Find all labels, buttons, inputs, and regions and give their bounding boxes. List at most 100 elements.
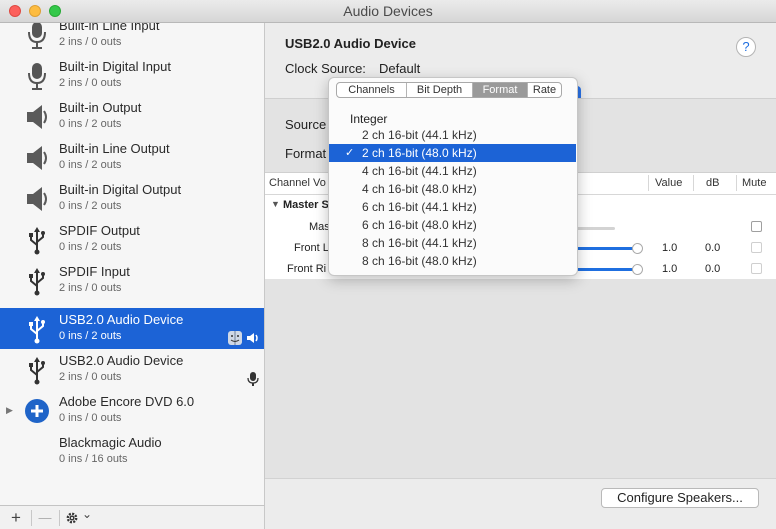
format-option[interactable]: 8 ch 16-bit (44.1 kHz) <box>329 234 576 252</box>
device-item-spdif-output[interactable]: SPDIF Output 0 ins / 2 outs <box>0 219 264 260</box>
channel-label: Front Ri <box>287 263 327 275</box>
device-io: 0 ins / 2 outs <box>59 200 122 212</box>
device-item-builtin-line-output[interactable]: Built-in Line Output 0 ins / 2 outs <box>0 137 264 178</box>
format-option-label: 2 ch 16-bit (44.1 kHz) <box>362 128 477 142</box>
device-item-builtin-digital-output[interactable]: Built-in Digital Output 0 ins / 2 outs <box>0 178 264 219</box>
format-option[interactable]: 8 ch 16-bit (48.0 kHz) <box>329 252 576 270</box>
sidebar-toolbar: + — ⌄ <box>0 505 265 529</box>
device-io: 2 ins / 0 outs <box>59 371 122 383</box>
device-name: SPDIF Output <box>59 223 140 238</box>
format-option-label: 8 ch 16-bit (48.0 kHz) <box>362 254 477 268</box>
column-divider <box>693 175 694 191</box>
front-right-volume-slider[interactable] <box>575 268 633 271</box>
speaker-icon <box>27 105 47 129</box>
disclosure-triangle-icon[interactable]: ▶ <box>6 405 13 416</box>
group-disclosure-icon[interactable]: ▼ <box>271 199 280 209</box>
gear-menu-button[interactable]: ⌄ <box>63 507 95 527</box>
format-option[interactable]: 4 ch 16-bit (44.1 kHz) <box>329 162 576 180</box>
toolbar-divider <box>31 510 32 526</box>
remove-device-button[interactable]: — <box>34 509 56 527</box>
format-group-heading: Integer <box>350 112 388 126</box>
audio-devices-window: Audio Devices Built-in Line Input 2 ins … <box>0 0 776 529</box>
gear-icon <box>66 512 78 524</box>
device-name: Built-in Line Input <box>59 23 160 33</box>
slider-knob[interactable] <box>632 264 643 275</box>
column-header-db: dB <box>706 177 720 189</box>
device-name: Built-in Digital Input <box>59 59 171 74</box>
checkmark-icon: ✓ <box>345 147 355 159</box>
channel-value[interactable]: 1.0 <box>662 263 677 275</box>
usb-icon <box>29 268 45 296</box>
format-option-label: 8 ch 16-bit (44.1 kHz) <box>362 236 477 250</box>
slider-knob[interactable] <box>632 243 643 254</box>
usb-icon <box>29 227 45 255</box>
usb-icon <box>29 357 45 385</box>
format-option-label: 4 ch 16-bit (44.1 kHz) <box>362 164 477 178</box>
chevron-down-icon: ⌄ <box>82 507 93 521</box>
device-name: Built-in Line Output <box>59 141 170 156</box>
front-left-volume-slider[interactable] <box>575 247 633 250</box>
device-item-builtin-digital-input[interactable]: Built-in Digital Input 2 ins / 0 outs <box>0 55 264 96</box>
device-name: Built-in Output <box>59 100 142 115</box>
title-bar: Audio Devices <box>0 0 776 23</box>
master-volume-slider[interactable] <box>575 227 615 230</box>
channel-label: Front L <box>294 242 329 254</box>
plus-circle-icon <box>25 399 49 423</box>
tab-rate[interactable]: Rate <box>528 83 561 97</box>
configure-speakers-button[interactable]: Configure Speakers... <box>601 488 759 508</box>
device-item-spdif-input[interactable]: SPDIF Input 2 ins / 0 outs <box>0 260 264 301</box>
column-header-channel: Channel Vo <box>269 177 326 189</box>
format-option[interactable]: 2 ch 16-bit (44.1 kHz) <box>329 126 576 144</box>
device-io: 0 ins / 2 outs <box>59 118 122 130</box>
speaker-icon <box>27 146 47 170</box>
device-item-builtin-line-input[interactable]: Built-in Line Input 2 ins / 0 outs <box>0 23 264 55</box>
format-popover: Channels Bit Depth Format Rate Integer 2… <box>328 77 578 276</box>
volume-icon <box>247 333 258 343</box>
format-option-label: 2 ch 16-bit (48.0 kHz) <box>362 146 477 160</box>
device-name: Blackmagic Audio <box>59 435 162 450</box>
device-item-blackmagic-audio[interactable]: Blackmagic Audio 0 ins / 16 outs <box>0 431 264 472</box>
device-item-builtin-output[interactable]: Built-in Output 0 ins / 2 outs <box>0 96 264 137</box>
microphone-icon <box>28 63 46 90</box>
device-item-usb2-audio-input[interactable]: USB2.0 Audio Device 2 ins / 0 outs <box>0 349 264 390</box>
column-divider <box>736 175 737 191</box>
tab-format[interactable]: Format <box>473 83 527 97</box>
device-io: 0 ins / 2 outs <box>59 330 122 342</box>
tab-channels[interactable]: Channels <box>337 83 406 97</box>
device-name: USB2.0 Audio Device <box>59 312 184 327</box>
device-name: Adobe Encore DVD 6.0 <box>59 394 195 409</box>
add-device-button[interactable]: + <box>6 509 26 527</box>
channel-value[interactable]: 1.0 <box>662 242 677 254</box>
format-label: Format <box>285 146 327 161</box>
device-item-usb2-audio-output[interactable]: USB2.0 Audio Device 0 ins / 2 outs <box>0 308 264 349</box>
footer-bar: Configure Speakers... <box>265 478 776 529</box>
mute-checkbox[interactable] <box>751 263 762 274</box>
format-option-selected[interactable]: ✓ 2 ch 16-bit (48.0 kHz) <box>329 144 576 162</box>
device-name: SPDIF Input <box>59 264 130 279</box>
column-header-value: Value <box>655 177 683 189</box>
device-item-adobe-encore[interactable]: ▶ Adobe Encore DVD 6.0 0 ins / 0 outs <box>0 390 264 431</box>
mute-checkbox[interactable] <box>751 242 762 253</box>
channel-label: Mas <box>309 221 330 233</box>
device-io: 2 ins / 0 outs <box>59 36 122 48</box>
channel-db[interactable]: 0.0 <box>705 263 720 275</box>
help-button[interactable]: ? <box>736 37 756 57</box>
microphone-icon <box>28 23 46 49</box>
device-io: 2 ins / 0 outs <box>59 77 122 89</box>
clock-source-value[interactable]: Default <box>379 61 420 76</box>
finder-icon <box>228 331 242 345</box>
format-option[interactable]: 6 ch 16-bit (48.0 kHz) <box>329 216 576 234</box>
format-option-label: 6 ch 16-bit (44.1 kHz) <box>362 200 477 214</box>
device-io: 2 ins / 0 outs <box>59 282 122 294</box>
clock-source-label: Clock Source: <box>285 61 366 76</box>
channel-db[interactable]: 0.0 <box>705 242 720 254</box>
format-option[interactable]: 6 ch 16-bit (44.1 kHz) <box>329 198 576 216</box>
format-option[interactable]: 4 ch 16-bit (48.0 kHz) <box>329 180 576 198</box>
mute-checkbox[interactable] <box>751 221 762 232</box>
window-title: Audio Devices <box>343 3 433 19</box>
toolbar-divider <box>59 510 60 526</box>
tab-bit-depth[interactable]: Bit Depth <box>407 83 472 97</box>
device-name: USB2.0 Audio Device <box>59 353 184 368</box>
speaker-icon <box>27 187 47 211</box>
device-name: Built-in Digital Output <box>59 182 182 197</box>
